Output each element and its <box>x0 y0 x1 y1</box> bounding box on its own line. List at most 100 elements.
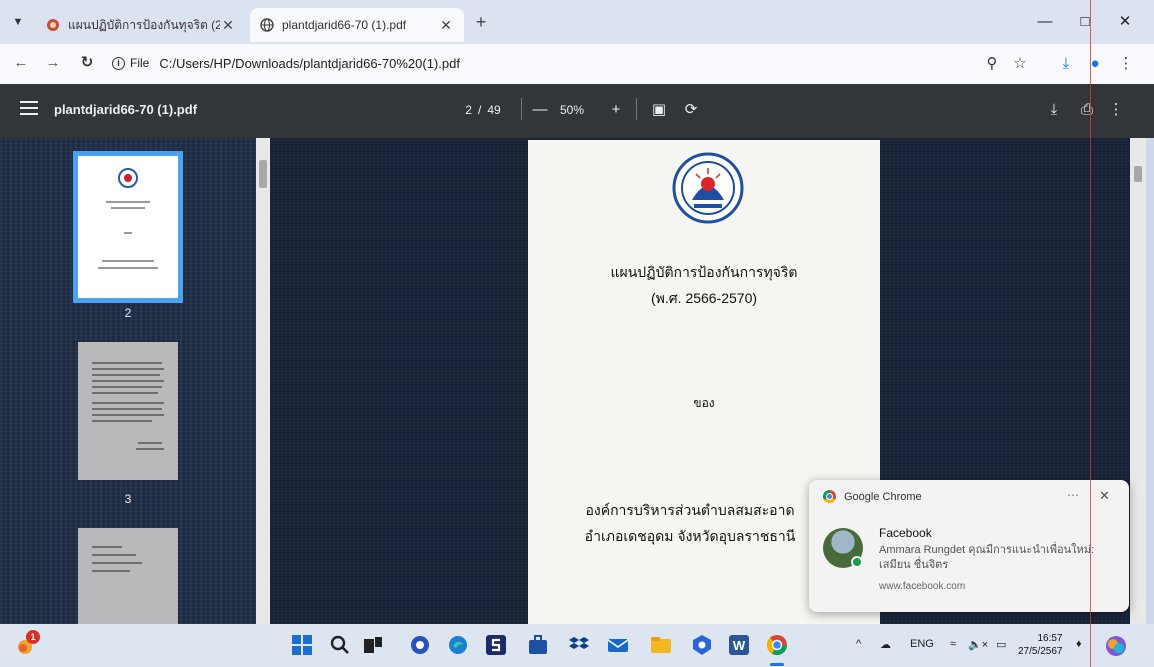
print-icon[interactable]: ⎙ <box>1076 98 1098 122</box>
rotate-icon[interactable]: ⟳ <box>680 98 702 122</box>
language-indicator[interactable]: ENG <box>910 638 934 650</box>
sender-avatar <box>823 528 863 568</box>
fit-page-icon[interactable]: ▣ <box>648 98 670 122</box>
chrome-notification[interactable]: Google Chrome ⋯ ✕ Facebook Ammara Rungde… <box>809 480 1129 612</box>
scan-artifact-line <box>1090 0 1091 667</box>
file-explorer-icon[interactable] <box>650 634 672 656</box>
notification-message: Ammara Rungdet คุณมีการแนะนำเพื่อนใหม่: … <box>879 544 1095 571</box>
mail-icon[interactable] <box>607 634 629 656</box>
document-period: (พ.ศ. 2566-2570) <box>650 290 758 306</box>
tab-close-icon[interactable]: ✕ <box>438 17 454 34</box>
restore-icon[interactable]: □ <box>1070 10 1100 34</box>
download-icon[interactable]: ⤓ <box>1044 98 1064 122</box>
bookmark-star-icon[interactable]: ☆ <box>1010 54 1030 74</box>
shield-app-icon[interactable] <box>691 634 713 656</box>
page-separator: / <box>477 103 482 117</box>
notification-title: Facebook <box>879 526 932 540</box>
scrollbar-thumb[interactable] <box>1134 166 1142 182</box>
chrome-icon <box>823 490 836 503</box>
browser-toolbar: ← → ↻ i File C:/Users/HP/Downloads/plant… <box>0 44 1154 84</box>
volume-muted-icon[interactable]: 🔈× <box>968 638 988 651</box>
more-options-icon[interactable]: ⋮ <box>1108 98 1124 122</box>
chrome-taskbar-icon[interactable] <box>766 634 788 656</box>
search-icon[interactable] <box>329 634 351 656</box>
current-page-input[interactable]: 2 <box>465 103 472 117</box>
onedrive-cloud-icon[interactable]: ☁ <box>880 638 891 651</box>
divider <box>521 98 522 120</box>
taskbar: 1 W ^ ☁ ENG ≈ 🔈× ▭ 16:57 27/5/2567 ♦ <box>0 624 1154 667</box>
notification-header: Google Chrome <box>823 490 922 503</box>
app-s-icon[interactable] <box>485 634 507 656</box>
site-info-chip[interactable]: i File <box>112 56 149 70</box>
wifi-icon[interactable]: ≈ <box>950 638 956 650</box>
tab-close-icon[interactable]: ✕ <box>220 17 236 34</box>
minimize-icon[interactable]: — <box>1030 10 1060 34</box>
thumbnail-label: 3 <box>124 492 132 506</box>
profile-icon[interactable]: ● <box>1085 54 1105 74</box>
clock-date: 27/5/2567 <box>1018 646 1063 657</box>
thumbnail-preview <box>98 168 158 269</box>
thumbnail-page-2[interactable] <box>73 151 183 303</box>
page-indicator: 2 / 49 <box>453 98 513 122</box>
notification-close-icon[interactable]: ✕ <box>1099 488 1110 504</box>
status-dot-icon <box>851 556 863 568</box>
edge-browser-icon[interactable] <box>447 634 469 656</box>
windows-start-icon[interactable] <box>291 634 313 656</box>
task-view-icon[interactable] <box>362 634 384 656</box>
total-pages: 49 <box>487 103 501 117</box>
new-tab-plus-icon[interactable]: + <box>470 12 492 34</box>
clock-time: 16:57 <box>1037 633 1063 644</box>
forward-arrow-icon[interactable]: → <box>42 52 64 74</box>
tab-title: plantdjarid66-70 (1).pdf <box>282 18 407 32</box>
battery-icon[interactable]: ▭ <box>996 638 1006 651</box>
notification-source: www.facebook.com <box>879 581 966 592</box>
tab-title: แผนปฏิบัติการป้องกันทุจริต (2566- <box>68 17 220 32</box>
zoom-in-plus-icon[interactable]: + <box>606 98 626 122</box>
tab-document-plan[interactable]: แผนปฏิบัติการป้องกันทุจริต (2566- ✕ <box>36 8 246 42</box>
organization-seal-logo <box>672 152 744 224</box>
zoom-out-minus-icon[interactable]: — <box>530 98 550 122</box>
reload-icon[interactable]: ↻ <box>76 52 98 74</box>
pdf-filename: plantdjarid66-70 (1).pdf <box>54 102 198 117</box>
thumbnail-label: 2 <box>124 306 132 320</box>
thumbnail-page-4[interactable] <box>78 528 178 624</box>
copilot-icon[interactable] <box>1104 634 1128 658</box>
active-app-indicator <box>770 663 784 666</box>
tab-pdf-file[interactable]: plantdjarid66-70 (1).pdf ✕ <box>250 8 464 42</box>
window-edge <box>1146 138 1154 624</box>
notification-bell-icon[interactable]: ♦ <box>1076 638 1082 650</box>
divider <box>636 98 637 120</box>
thumbnail-page-3[interactable] <box>78 342 178 480</box>
zoom-level[interactable]: 50% <box>560 98 584 122</box>
chat-icon[interactable] <box>409 634 431 656</box>
system-clock[interactable]: 16:57 27/5/2567 <box>1018 632 1063 658</box>
tab-search-chevron-icon[interactable]: ▼ <box>8 12 28 32</box>
zoom-magnifier-icon[interactable]: ⚲ <box>982 54 1002 74</box>
back-arrow-icon[interactable]: ← <box>10 52 32 74</box>
word-icon[interactable]: W <box>728 634 750 656</box>
thumbnail-preview <box>92 546 142 572</box>
notification-count-badge: 1 <box>26 630 40 644</box>
scheme-label: File <box>130 56 150 70</box>
document-scrollbar[interactable] <box>1130 138 1146 624</box>
downloads-icon[interactable]: ⤓ <box>1056 54 1076 74</box>
hamburger-menu-icon[interactable] <box>20 101 38 115</box>
microsoft-store-icon[interactable] <box>527 634 549 656</box>
dropbox-icon[interactable] <box>568 634 590 656</box>
tab-strip: ▼ แผนปฏิบัติการป้องกันทุจริต (2566- ✕ pl… <box>0 0 1154 44</box>
address-bar[interactable]: i File C:/Users/HP/Downloads/plantdjarid… <box>112 50 972 76</box>
weather-widget-icon[interactable]: 1 <box>14 630 40 658</box>
info-icon: i <box>112 56 125 70</box>
sidebar-scrollbar[interactable] <box>256 138 270 624</box>
url-text: C:/Users/HP/Downloads/plantdjarid66-70%2… <box>159 55 460 71</box>
site-favicon-icon <box>47 19 59 31</box>
svg-text:W: W <box>733 638 746 653</box>
screen: ▼ แผนปฏิบัติการป้องกันทุจริต (2566- ✕ pl… <box>0 0 1154 667</box>
notification-more-icon[interactable]: ⋯ <box>1067 488 1079 502</box>
window-close-icon[interactable]: ✕ <box>1110 10 1140 34</box>
show-hidden-icons-chevron-icon[interactable]: ^ <box>856 638 861 650</box>
menu-kebab-icon[interactable]: ⋮ <box>1116 54 1136 74</box>
thumbnail-preview <box>92 362 164 450</box>
document-title: แผนปฏิบัติการป้องกันการทุจริต <box>610 264 798 280</box>
scrollbar-thumb[interactable] <box>259 160 267 188</box>
